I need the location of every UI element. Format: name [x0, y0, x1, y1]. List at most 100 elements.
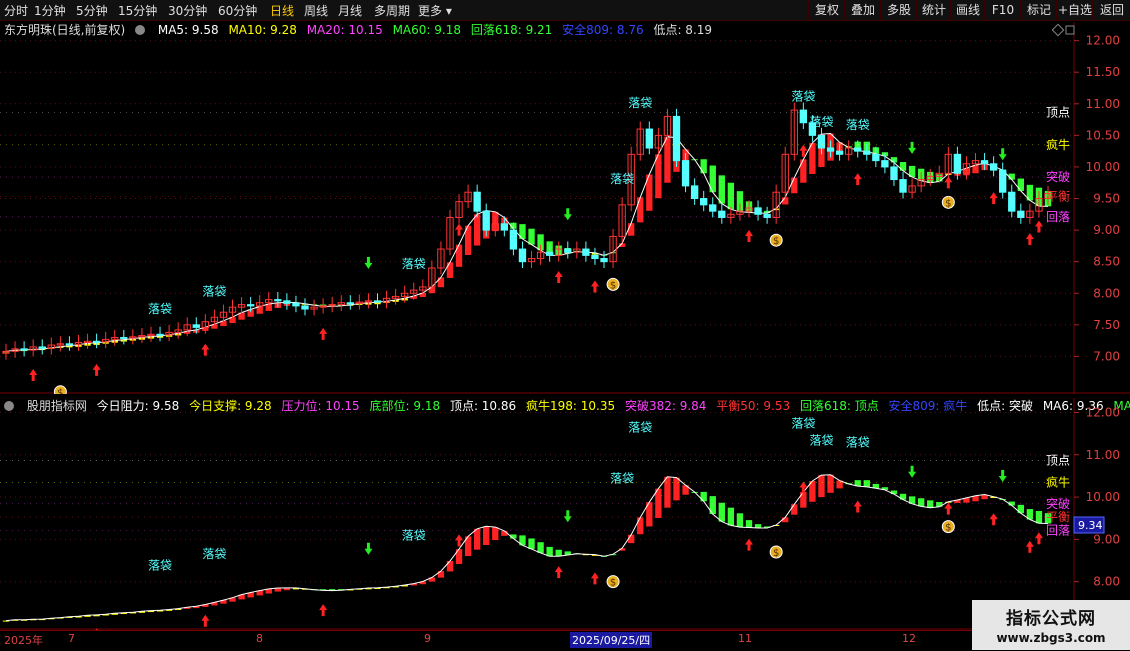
period-tab-8[interactable]: 月线 [338, 2, 362, 19]
toolbar-button-8[interactable]: 返回 [1092, 0, 1130, 20]
luodai-label: 落袋 [402, 529, 426, 543]
period-tab-1[interactable]: 1分钟 [34, 2, 66, 19]
candle-body [718, 210, 726, 218]
money-bag-symbol: $ [945, 523, 951, 534]
candle-body [156, 333, 164, 336]
candle-body [754, 207, 762, 215]
luodai-label: 落袋 [628, 96, 652, 110]
period-tab-5[interactable]: 60分钟 [218, 2, 257, 19]
red-up-arrow [319, 327, 328, 340]
luodai-label: 落袋 [809, 115, 833, 129]
candle-body [645, 128, 653, 149]
candle-body [246, 304, 255, 307]
candle-body [999, 169, 1007, 193]
period-tab-2[interactable]: 5分钟 [76, 2, 108, 19]
square-icon [1065, 25, 1075, 35]
money-bag-symbol: $ [773, 548, 779, 559]
sub-ribbon-bar [818, 475, 825, 498]
diamond-icon [1051, 23, 1065, 37]
sub-ribbon-bar [528, 538, 535, 550]
main-price-chart[interactable]: 12.00 11.50 11.00 10.50 10.00 9.50 9.00 8.50 8.0… [0, 22, 1130, 394]
period-tab-7[interactable]: 周线 [304, 2, 328, 19]
red-up-arrow [989, 513, 998, 526]
candle-body [980, 160, 989, 165]
luodai-label: 落袋 [610, 172, 634, 186]
sub-level-label-4: 回落 [1046, 524, 1070, 538]
sub-level-label-3: 平衡 [1046, 510, 1070, 524]
period-tab-9[interactable]: 多周期 [374, 2, 410, 19]
main-tick-label-10: 7.00 [1093, 349, 1120, 363]
main-tick-label-6: 9.00 [1093, 223, 1120, 237]
sub-ribbon-bar [537, 542, 544, 553]
date-axis: 2025年 7 8 9 2025/09/25/四 11 12 [0, 630, 1130, 651]
period-tab-3[interactable]: 15分钟 [118, 2, 157, 19]
candle-body [700, 198, 708, 206]
candle-body [509, 229, 518, 250]
date-month-11: 11 [738, 632, 752, 645]
sub-ribbon-bar [546, 546, 553, 557]
candle-body [292, 302, 300, 307]
period-tab-10[interactable]: 更多 ▾ [418, 2, 452, 19]
sub-ribbon-bar [628, 534, 635, 544]
luodai-label: 落袋 [791, 416, 815, 430]
red-up-arrow [1025, 233, 1034, 246]
main-tick-label-8: 8.00 [1093, 286, 1120, 300]
date-month-12: 12 [902, 632, 916, 645]
candle-body [192, 324, 200, 328]
crosshair-date: 2025/09/25/四 [570, 632, 653, 648]
red-up-arrow [455, 223, 464, 236]
toolbar-button-1[interactable]: 叠加 [844, 0, 881, 20]
sub-tick-label-0: 12.00 [1086, 405, 1120, 419]
green-down-arrow [998, 148, 1007, 161]
sub-ribbon-bar [492, 527, 499, 541]
candle-body [763, 213, 771, 218]
toolbar-button-2[interactable]: 多股 [880, 0, 917, 20]
main-ribbon-bar [446, 262, 454, 278]
green-down-arrow [364, 256, 373, 269]
red-up-arrow [590, 572, 599, 585]
toolbar-button-5[interactable]: F10 [984, 0, 1021, 20]
green-down-arrow [908, 141, 917, 154]
toolbar-button-7[interactable]: +自选 [1056, 0, 1093, 20]
red-up-arrow [989, 192, 998, 205]
candle-body [1008, 191, 1016, 212]
green-down-arrow [908, 465, 917, 478]
main-ribbon-bar [637, 197, 644, 223]
sub-ribbon-bar [727, 507, 735, 526]
green-down-arrow [563, 510, 572, 523]
candle-body [564, 248, 572, 253]
main-level-label-4: 回落 [1046, 210, 1070, 224]
red-up-arrow [201, 343, 210, 356]
indicator-chart[interactable]: 12.0011.0010.009.008.00$$$$落袋落袋落袋落袋落袋落袋落… [0, 398, 1130, 630]
candle-body [518, 248, 527, 263]
red-up-arrow [92, 363, 101, 376]
sub-ribbon-bar [446, 560, 454, 572]
toolbar-button-0[interactable]: 复权 [808, 0, 845, 20]
red-up-arrow [799, 481, 808, 494]
period-tab-6[interactable]: 日线 [270, 2, 294, 19]
sub-ma-line [5, 474, 1049, 622]
current-value-text: 9.34 [1078, 519, 1103, 532]
toolbar-button-3[interactable]: 统计 [916, 0, 951, 20]
date-year: 2025年 [4, 634, 43, 647]
green-down-arrow [563, 208, 572, 221]
red-up-arrow [853, 173, 862, 186]
period-tab-0[interactable]: 分时 [4, 2, 28, 19]
candle-body [92, 340, 101, 343]
luodai-label: 落袋 [402, 257, 426, 271]
main-level-label-1: 疯牛 [1046, 137, 1070, 152]
sub-tick-label-3: 9.00 [1093, 532, 1120, 546]
main-ribbon-bar [899, 162, 907, 171]
candle-body [545, 251, 554, 256]
candle-body [953, 153, 962, 174]
candle-body [591, 254, 599, 260]
luodai-label: 落袋 [628, 421, 652, 435]
toolbar-button-6[interactable]: 标记 [1020, 0, 1057, 20]
main-ribbon-bar [664, 136, 671, 183]
money-bag-symbol: $ [945, 198, 951, 209]
main-tick-label-9: 7.50 [1093, 318, 1120, 332]
period-tab-4[interactable]: 30分钟 [168, 2, 207, 19]
toolbar-button-4[interactable]: 画线 [950, 0, 985, 20]
main-level-label-3: 平衡 [1046, 190, 1070, 204]
candle-body [600, 258, 608, 263]
